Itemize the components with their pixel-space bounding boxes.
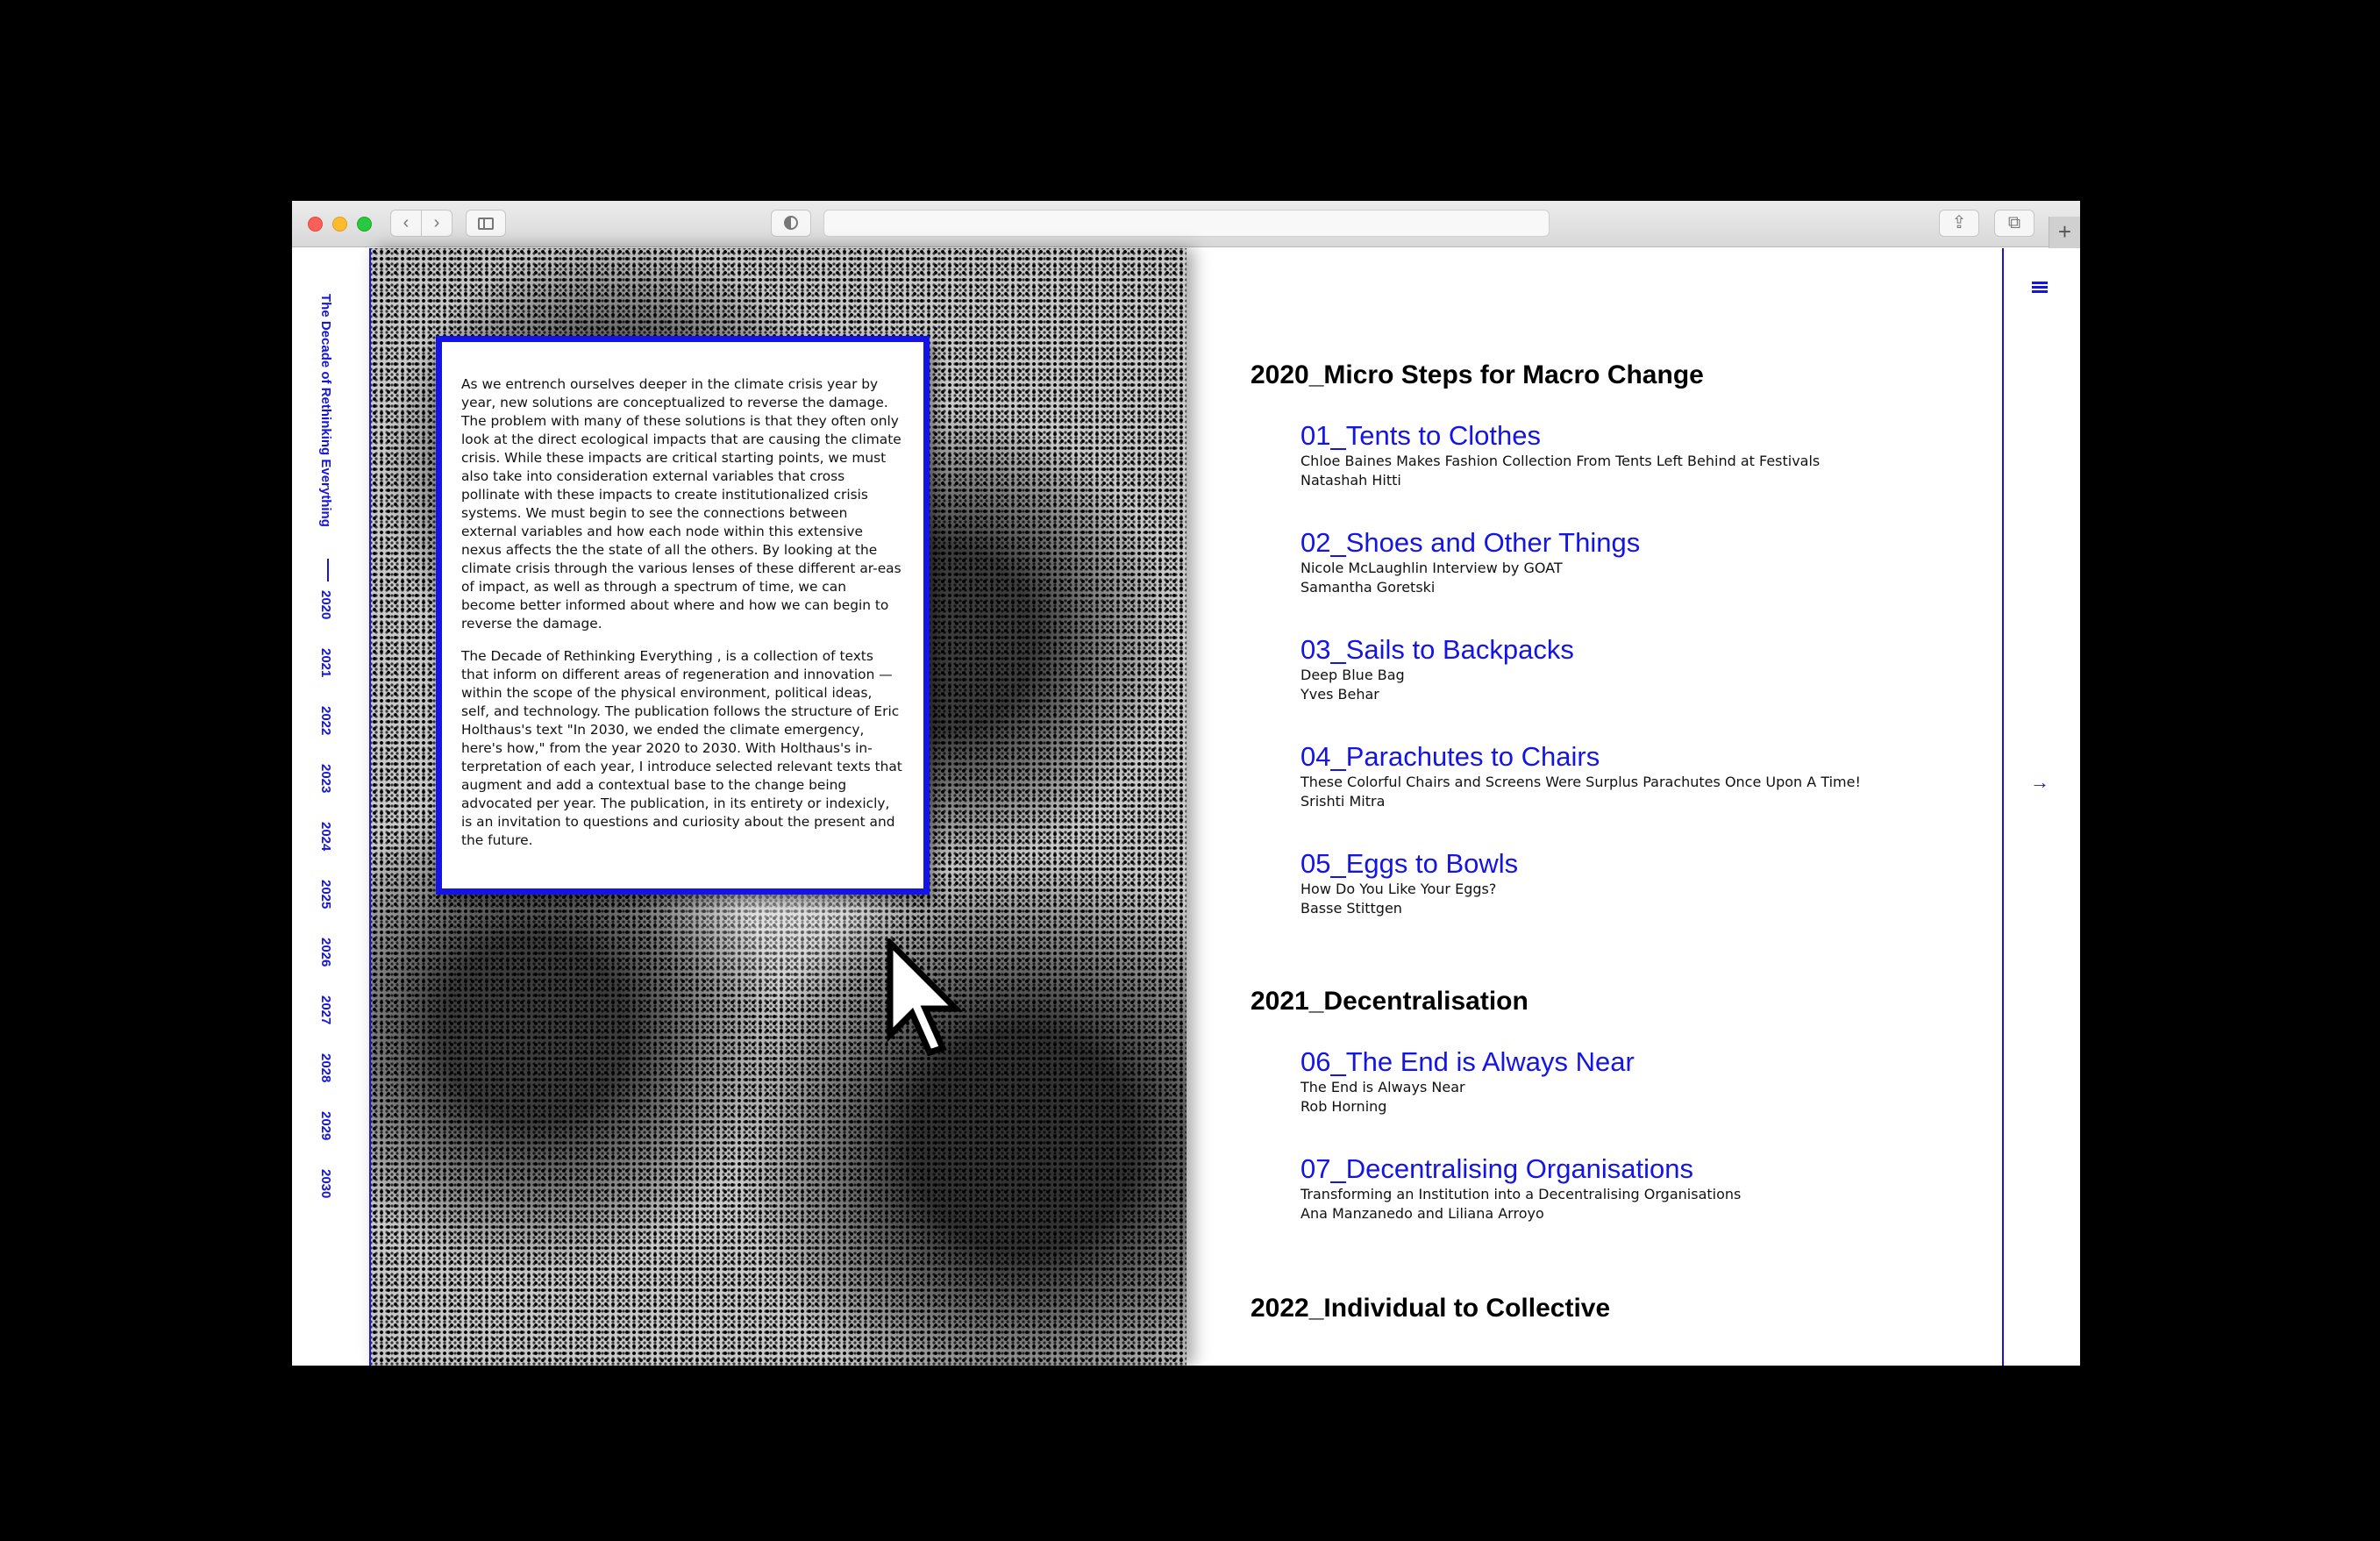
- entry-author: Basse Stittgen: [1300, 900, 1402, 917]
- nav-divider: [327, 559, 329, 581]
- entry-subtitle: How Do You Like Your Eggs?: [1300, 881, 1497, 897]
- browser-titlebar: ‹ › ⇪ ⧉ +: [292, 201, 2080, 248]
- tab-overview-button[interactable]: ⧉: [1994, 210, 2034, 237]
- site-title-vertical[interactable]: The Decade of Rethinking Everything: [318, 294, 333, 527]
- share-button[interactable]: ⇪: [1939, 210, 1979, 237]
- section-heading-2020: 2020_Micro Steps for Macro Change: [1251, 360, 1704, 389]
- toc-entry[interactable]: 02_Shoes and Other Things Nicole McLaugh…: [1300, 527, 1640, 597]
- year-link-2028[interactable]: 2028: [318, 1053, 333, 1082]
- arrow-right-icon[interactable]: →: [2030, 771, 2049, 794]
- sidebar-icon: [478, 218, 494, 230]
- entry-subtitle: Nicole McLaughlin Interview by GOAT: [1300, 560, 1563, 576]
- entry-author: Samantha Goretski: [1300, 579, 1436, 596]
- sidebar-toggle-button[interactable]: [466, 210, 506, 237]
- year-link-2023[interactable]: 2023: [318, 764, 333, 793]
- entry-title-link[interactable]: 03_Sails to Backpacks: [1300, 634, 1574, 666]
- minimize-window-button[interactable]: [332, 217, 347, 232]
- toc-entry[interactable]: 06_The End is Always Near The End is Alw…: [1300, 1046, 1635, 1117]
- entry-title-link[interactable]: 04_Parachutes to Chairs: [1300, 741, 1861, 773]
- entry-author: Natashah Hitti: [1300, 472, 1401, 489]
- year-link-2020[interactable]: 2020: [318, 590, 333, 619]
- entry-subtitle: Transforming an Institution into a Decen…: [1300, 1186, 1742, 1202]
- plus-icon: +: [2057, 218, 2072, 245]
- new-tab-button[interactable]: +: [2049, 217, 2080, 248]
- entry-author: Ana Manzanedo and Liliana Arroyo: [1300, 1205, 1544, 1222]
- entry-title-link[interactable]: 01_Tents to Clothes: [1300, 420, 1820, 452]
- intro-paragraph: As we entrench ourselves deeper in the c…: [461, 376, 901, 631]
- toc-entry[interactable]: 07_Decentralising Organisations Transfor…: [1300, 1153, 1741, 1224]
- entry-title-link[interactable]: 06_The End is Always Near: [1300, 1046, 1635, 1078]
- year-link-2021[interactable]: 2021: [318, 648, 333, 677]
- toc-entry[interactable]: 05_Eggs to Bowls How Do You Like Your Eg…: [1300, 848, 1518, 918]
- year-link-2029[interactable]: 2029: [318, 1111, 333, 1140]
- toc-entry[interactable]: 01_Tents to Clothes Chloe Baines Makes F…: [1300, 420, 1820, 490]
- chevron-left-icon: ‹: [403, 213, 410, 232]
- entry-author: Yves Behar: [1300, 686, 1379, 703]
- entry-subtitle: The End is Always Near: [1300, 1079, 1465, 1095]
- table-of-contents: 2020_Micro Steps for Macro Change 01_Ten…: [1251, 248, 1978, 1366]
- intro-paragraph: The Decade of Rethinking Everything , is…: [461, 648, 902, 848]
- entry-title-link[interactable]: 07_Decentralising Organisations: [1300, 1153, 1741, 1185]
- pointer-cursor-icon: [887, 938, 964, 1057]
- entry-title-link[interactable]: 05_Eggs to Bowls: [1300, 848, 1518, 880]
- tabs-icon: ⧉: [2007, 213, 2021, 232]
- year-link-2026[interactable]: 2026: [318, 938, 333, 967]
- share-icon: ⇪: [1951, 213, 1967, 232]
- section-heading-2022: 2022_Individual to Collective: [1251, 1294, 1611, 1323]
- intro-text-box: As we entrench ourselves deeper in the c…: [436, 336, 930, 895]
- toc-entry[interactable]: 03_Sails to Backpacks Deep Blue Bag Yves…: [1300, 634, 1574, 704]
- entry-subtitle: Deep Blue Bag: [1300, 667, 1405, 683]
- entry-subtitle: These Colorful Chairs and Screens Were S…: [1300, 774, 1861, 790]
- entry-author: Rob Horning: [1300, 1098, 1387, 1115]
- zoom-window-button[interactable]: [357, 217, 372, 232]
- entry-author: Srishti Mitra: [1300, 793, 1386, 810]
- year-link-2022[interactable]: 2022: [318, 706, 333, 735]
- privacy-report-button[interactable]: [771, 210, 811, 237]
- year-nav: The Decade of Rethinking Everything 2020…: [292, 248, 369, 1366]
- year-link-2030[interactable]: 2030: [318, 1169, 333, 1198]
- entry-subtitle: Chloe Baines Makes Fashion Collection Fr…: [1300, 453, 1821, 469]
- toc-entry[interactable]: 04_Parachutes to Chairs These Colorful C…: [1300, 741, 1861, 811]
- year-link-2027[interactable]: 2027: [318, 995, 333, 1024]
- shield-icon: [784, 216, 798, 230]
- year-link-2025[interactable]: 2025: [318, 880, 333, 909]
- section-heading-2021: 2021_Decentralisation: [1251, 987, 1528, 1016]
- chevron-right-icon: ›: [433, 213, 440, 232]
- back-button[interactable]: ‹: [390, 210, 422, 237]
- close-window-button[interactable]: [308, 217, 323, 232]
- right-rail: →: [2002, 248, 2080, 1366]
- address-bar[interactable]: [823, 210, 1550, 237]
- year-link-2024[interactable]: 2024: [318, 822, 333, 851]
- entry-title-link[interactable]: 02_Shoes and Other Things: [1300, 527, 1640, 559]
- menu-icon[interactable]: [2032, 282, 2048, 294]
- forward-button[interactable]: ›: [421, 210, 452, 237]
